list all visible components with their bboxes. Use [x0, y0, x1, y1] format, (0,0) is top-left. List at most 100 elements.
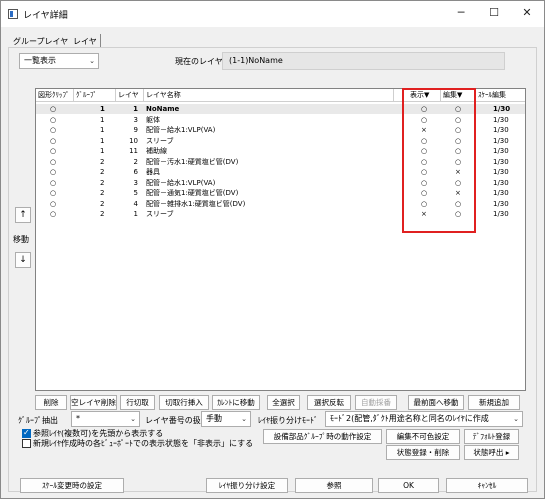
tab-layer[interactable]: レイヤ: [73, 36, 97, 47]
delete-empty-layer-button[interactable]: 空レイヤ削除: [70, 395, 117, 410]
cell-group: 1: [100, 136, 105, 145]
equip-group-settings-button[interactable]: 設備部品ｸﾞﾙｰﾌﾟ時の動作設定: [263, 429, 382, 444]
table-row[interactable]: ○ 2 2 配管－汚水1:硬質塩ビ管(DV) ○ ○ 1/30: [36, 157, 525, 167]
table-row[interactable]: ○ 2 6 器具 ○ × 1/30: [36, 167, 525, 177]
cell-layer: 4: [133, 199, 138, 208]
col-header-scale[interactable]: ｽｹｰﾙ編集: [476, 89, 525, 102]
cell-show[interactable]: ○: [421, 157, 427, 167]
cell-show[interactable]: ×: [421, 209, 427, 219]
cell-edit[interactable]: ○: [455, 209, 461, 219]
cell-clip[interactable]: ○: [50, 125, 56, 135]
maximize-icon[interactable]: ☐: [487, 6, 501, 20]
col-header-show[interactable]: 表示▼: [408, 89, 441, 102]
move-to-current-button[interactable]: ｶﾚﾝﾄに移動: [212, 395, 260, 410]
close-icon[interactable]: ✕: [520, 6, 534, 20]
state-call-button[interactable]: 状態呼出 ▸: [464, 445, 519, 460]
reference-layer-checkbox[interactable]: [22, 428, 31, 438]
tab-group-layer[interactable]: グループレイヤ: [13, 36, 68, 47]
no-edit-color-button[interactable]: 編集不可色設定: [386, 429, 460, 444]
table-row[interactable]: ○ 2 5 配管－通気1:硬質塩ビ管(DV) ○ × 1/30: [36, 188, 525, 198]
table-row[interactable]: ○ 1 9 配管－給水1:VLP(VA) × ○ 1/30: [36, 125, 525, 135]
cell-layer-name: 補助線: [146, 147, 167, 155]
col-header-group[interactable]: ｸﾞﾙｰﾌﾟ: [74, 89, 116, 102]
cell-scale: 1/30: [493, 168, 509, 176]
cell-edit[interactable]: ○: [455, 146, 461, 156]
col-header-name[interactable]: レイヤ名称: [144, 89, 394, 102]
layer-split-settings-button[interactable]: ﾚｲﾔ振り分け設定: [206, 478, 288, 493]
layer-split-mode-select[interactable]: ﾓｰﾄﾞ2(配管,ﾀﾞｸﾄ用途名称と同名のﾚｲﾔに作成 ⌄: [325, 411, 523, 427]
cell-layer: 10: [129, 136, 138, 145]
layer-detail-window: レイヤ詳細 ─ ☐ ✕ グループレイヤ レイヤ 一覧表示 ⌄ 現在のレイヤ (1-…: [0, 0, 545, 499]
bring-to-front-button[interactable]: 最前面へ移動: [408, 395, 464, 410]
cell-clip[interactable]: ○: [50, 136, 56, 146]
cancel-button[interactable]: ｷｬﾝｾﾙ: [446, 478, 528, 493]
invert-selection-button[interactable]: 選択反転: [307, 395, 351, 410]
cell-edit[interactable]: ○: [455, 178, 461, 188]
cell-layer-name: 配管－通気1:硬質塩ビ管(DV): [146, 189, 239, 197]
cell-edit[interactable]: ○: [455, 115, 461, 125]
cell-edit[interactable]: ×: [455, 188, 461, 198]
cell-edit[interactable]: ○: [455, 136, 461, 146]
cell-clip[interactable]: ○: [50, 167, 56, 177]
table-row[interactable]: ○ 2 1 スリーブ × ○ 1/30: [36, 209, 525, 219]
move-down-button[interactable]: ↓: [15, 252, 31, 268]
minimize-icon[interactable]: ─: [454, 6, 468, 20]
cell-show[interactable]: ×: [421, 125, 427, 135]
insert-cut-row-button[interactable]: 切取行挿入: [159, 395, 209, 410]
col-header-layer[interactable]: レイヤ: [116, 89, 144, 102]
reference-button[interactable]: 参照: [295, 478, 373, 493]
default-register-button[interactable]: ﾃﾞﾌｫﾙﾄ登録: [464, 429, 519, 444]
cell-show[interactable]: ○: [421, 199, 427, 209]
col-header-clip[interactable]: 図形ｸﾘｯﾌﾟ: [36, 89, 74, 102]
col-header-edit[interactable]: 編集▼: [441, 89, 476, 102]
cell-show[interactable]: ○: [421, 115, 427, 125]
cell-clip[interactable]: ○: [50, 157, 56, 167]
cell-clip[interactable]: ○: [50, 188, 56, 198]
cell-clip[interactable]: ○: [50, 115, 56, 125]
cell-show[interactable]: ○: [421, 167, 427, 177]
cell-edit[interactable]: ○: [455, 125, 461, 135]
table-row[interactable]: ○ 1 1 NoName ○ ○ 1/30: [36, 104, 525, 114]
layer-number-select[interactable]: 手動 ⌄: [201, 411, 251, 427]
cell-clip[interactable]: ○: [50, 178, 56, 188]
cell-clip[interactable]: ○: [50, 146, 56, 156]
select-all-button[interactable]: 全選択: [267, 395, 300, 410]
app-icon: [8, 9, 18, 19]
auto-number-button[interactable]: 自動採番: [355, 395, 397, 410]
cell-group: 1: [100, 115, 105, 124]
cell-group: 2: [100, 157, 105, 166]
cell-edit[interactable]: ○: [455, 104, 461, 114]
cell-clip[interactable]: ○: [50, 199, 56, 209]
cell-layer: 11: [129, 147, 138, 155]
cell-clip[interactable]: ○: [50, 104, 56, 114]
table-row[interactable]: ○ 1 11 補助線 ○ ○ 1/30: [36, 146, 525, 156]
cell-show[interactable]: ○: [421, 104, 427, 114]
cell-show[interactable]: ○: [421, 188, 427, 198]
ok-button[interactable]: OK: [378, 478, 439, 493]
cell-edit[interactable]: ×: [455, 167, 461, 177]
new-layer-hidden-checkbox[interactable]: [22, 439, 31, 448]
cell-show[interactable]: ○: [421, 136, 427, 146]
group-extract-select[interactable]: * ⌄: [71, 411, 140, 427]
table-row[interactable]: ○ 2 4 配管－雑排水1:硬質塩ビ管(DV) ○ ○ 1/30: [36, 199, 525, 209]
state-register-button[interactable]: 状態登録・削除: [386, 445, 460, 460]
cell-show[interactable]: ○: [421, 178, 427, 188]
layer-split-mode-value: ﾓｰﾄﾞ2(配管,ﾀﾞｸﾄ用途名称と同名のﾚｲﾔに作成: [330, 414, 489, 423]
layer-table[interactable]: 図形ｸﾘｯﾌﾟ ｸﾞﾙｰﾌﾟ レイヤ レイヤ名称 表示▼ 編集▼ ｽｹｰﾙ編集 …: [35, 88, 526, 391]
cell-edit[interactable]: ○: [455, 199, 461, 209]
table-row[interactable]: ○ 1 10 スリーブ ○ ○ 1/30: [36, 136, 525, 146]
table-row[interactable]: ○ 1 3 躯体 ○ ○ 1/30: [36, 115, 525, 125]
table-row[interactable]: ○ 2 3 配管－給水1:VLP(VA) ○ ○ 1/30: [36, 178, 525, 188]
move-up-button[interactable]: ↑: [15, 207, 31, 223]
cell-group: 1: [100, 126, 105, 134]
cell-edit[interactable]: ○: [455, 157, 461, 167]
new-layer-hidden-label: 新規ﾚｲﾔ作成時の各ﾋﾞｭｰﾎﾟｰﾄでの表示状態を「非表示」にする: [33, 439, 254, 448]
cell-clip[interactable]: ○: [50, 209, 56, 219]
cell-scale: 1/30: [493, 126, 509, 134]
view-mode-select[interactable]: 一覧表示 ⌄: [19, 53, 99, 69]
scale-change-settings-button[interactable]: ｽｹｰﾙ変更時の設定: [20, 478, 124, 493]
cut-row-button[interactable]: 行切取: [120, 395, 155, 410]
cell-show[interactable]: ○: [421, 146, 427, 156]
add-new-button[interactable]: 新規追加: [468, 395, 520, 410]
delete-button[interactable]: 削除: [35, 395, 67, 410]
